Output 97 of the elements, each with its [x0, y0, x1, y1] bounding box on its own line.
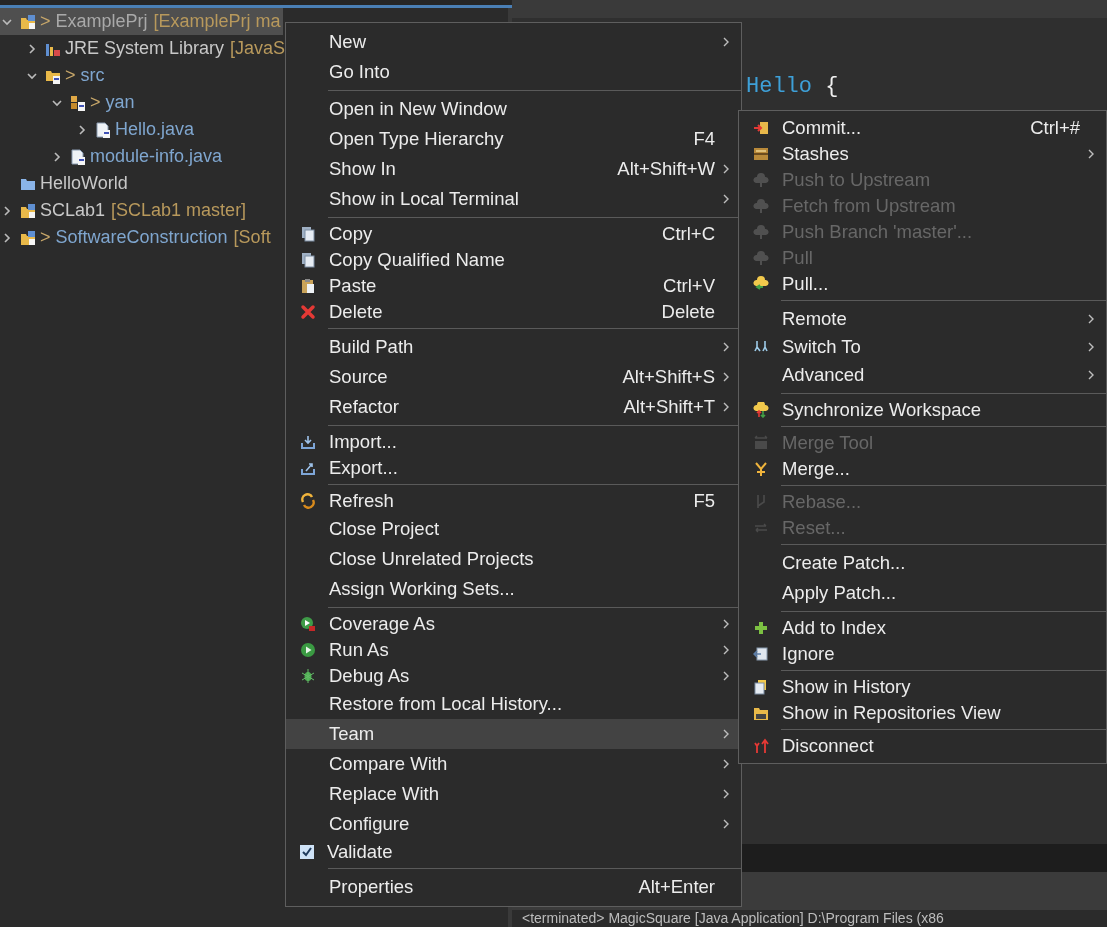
menu-item[interactable]: Add to Index	[739, 615, 1106, 641]
cloud-icon	[753, 172, 769, 188]
menu-item[interactable]: Delete Delete	[286, 299, 741, 325]
menu-item[interactable]: Compare With	[286, 749, 741, 779]
commit-icon	[753, 120, 769, 136]
tree-item[interactable]: > ExamplePrj [ExamplePrj ma	[0, 8, 283, 35]
shortcut-text: Ctrl+#	[1030, 117, 1080, 139]
menu-item[interactable]: Show in History	[739, 674, 1106, 700]
menu-item[interactable]: Close Project	[286, 514, 741, 544]
repository-icon	[753, 705, 769, 721]
menu-item[interactable]: Open Type Hierarchy F4	[286, 124, 741, 154]
shortcut-text: Alt+Shift+W	[617, 158, 715, 180]
ignore-icon	[753, 646, 769, 662]
menu-item[interactable]: Open in New Window	[286, 94, 741, 124]
menu-item[interactable]: Disconnect	[739, 733, 1106, 759]
menu-item[interactable]: Commit... Ctrl+#	[739, 115, 1106, 141]
menu-item[interactable]: Refactor Alt+Shift+T	[286, 392, 741, 422]
merge-tool-icon	[753, 435, 769, 451]
tree-item[interactable]: SCLab1 [SCLab1 master]	[0, 197, 249, 224]
project-icon	[20, 202, 36, 219]
java-file-icon	[95, 121, 111, 138]
menu-item[interactable]: Advanced	[739, 360, 1106, 390]
tree-item[interactable]: > yan	[50, 89, 137, 116]
tree-item[interactable]: module-info.java	[50, 143, 225, 170]
menu-item[interactable]: Pull...	[739, 271, 1106, 297]
shortcut-text: F5	[693, 490, 715, 512]
menu-item[interactable]: Refresh F5	[286, 488, 741, 514]
menu-item[interactable]: Switch To	[739, 334, 1106, 360]
menu-item[interactable]: Source Alt+Shift+S	[286, 362, 741, 392]
menu-item[interactable]: Assign Working Sets...	[286, 574, 741, 604]
chest-icon	[753, 146, 769, 162]
menu-item[interactable]: Go Into	[286, 57, 741, 87]
shortcut-text: Delete	[661, 301, 715, 323]
disconnect-icon	[753, 738, 769, 754]
cloud-icon	[753, 250, 769, 266]
code-line: Hello {	[746, 73, 839, 99]
menu-item[interactable]: Synchronize Workspace	[739, 397, 1106, 423]
delete-icon	[300, 304, 316, 320]
cloud-icon	[753, 224, 769, 240]
menu-item[interactable]: Validate	[286, 839, 741, 865]
menu-item[interactable]: Build Path	[286, 332, 741, 362]
refresh-icon	[300, 493, 316, 509]
project-icon	[20, 13, 36, 30]
package-icon	[70, 94, 86, 111]
menu-item[interactable]: Properties Alt+Enter	[286, 872, 741, 902]
history-icon	[753, 679, 769, 695]
menu-item[interactable]: Configure	[286, 809, 741, 839]
menu-item[interactable]: Import...	[286, 429, 741, 455]
menu-item[interactable]: Copy Qualified Name	[286, 247, 741, 273]
menu-item[interactable]: Show in Local Terminal	[286, 184, 741, 214]
menu-item[interactable]: Show In Alt+Shift+W	[286, 154, 741, 184]
menu-item[interactable]: Export...	[286, 455, 741, 481]
menu-item[interactable]: Close Unrelated Projects	[286, 544, 741, 574]
copy-icon	[300, 226, 316, 242]
menu-item[interactable]: New	[286, 27, 741, 57]
shortcut-text: Alt+Enter	[638, 876, 715, 898]
menu-item[interactable]: Remote	[739, 304, 1106, 334]
project-icon	[20, 229, 36, 246]
play-icon	[300, 642, 316, 658]
java-file-icon	[70, 148, 86, 165]
menu-item[interactable]: Replace With	[286, 779, 741, 809]
copy-icon	[300, 252, 316, 268]
shortcut-text: Alt+Shift+S	[622, 366, 715, 388]
shortcut-text: Ctrl+V	[663, 275, 715, 297]
tree-item[interactable]: > src	[25, 62, 107, 89]
tree-item[interactable]: > SoftwareConstruction [Soft	[0, 224, 273, 251]
tree-item[interactable]: HelloWorld	[0, 170, 130, 197]
clipboard-icon	[300, 278, 316, 294]
cloud-icon	[753, 198, 769, 214]
console-text: <terminated> MagicSquare [Java Application] D:\Program Files (x86	[522, 910, 944, 926]
export-icon	[300, 460, 316, 476]
menu-item[interactable]: Coverage As	[286, 611, 741, 637]
menu-item[interactable]: Apply Patch...	[739, 578, 1106, 608]
shortcut-text: Alt+Shift+T	[623, 396, 715, 418]
menu-item[interactable]: Create Patch...	[739, 548, 1106, 578]
sync-icon	[753, 402, 769, 418]
merge-icon	[753, 461, 769, 477]
menu-item[interactable]: Team	[286, 719, 741, 749]
shortcut-text: Ctrl+C	[662, 223, 715, 245]
shortcut-text: F4	[693, 128, 715, 150]
menu-item[interactable]: Ignore	[739, 641, 1106, 667]
menu-item[interactable]: Copy Ctrl+C	[286, 221, 741, 247]
bug-icon	[300, 668, 316, 684]
coverage-icon	[300, 616, 316, 632]
menu-item[interactable]: Paste Ctrl+V	[286, 273, 741, 299]
menu-item[interactable]: Restore from Local History...	[286, 689, 741, 719]
import-icon	[300, 434, 316, 450]
menu-item[interactable]: Debug As	[286, 663, 741, 689]
plus-icon	[753, 620, 769, 636]
pull-icon	[753, 276, 769, 292]
checkbox[interactable]	[300, 845, 314, 859]
menu-item[interactable]: Show in Repositories View	[739, 700, 1106, 726]
menu-item[interactable]: Merge...	[739, 456, 1106, 482]
menu-item[interactable]: Stashes	[739, 141, 1106, 167]
menu-item[interactable]: Run As	[286, 637, 741, 663]
tree-item[interactable]: Hello.java	[75, 116, 197, 143]
tree-item[interactable]: JRE System Library [JavaS	[25, 35, 288, 62]
